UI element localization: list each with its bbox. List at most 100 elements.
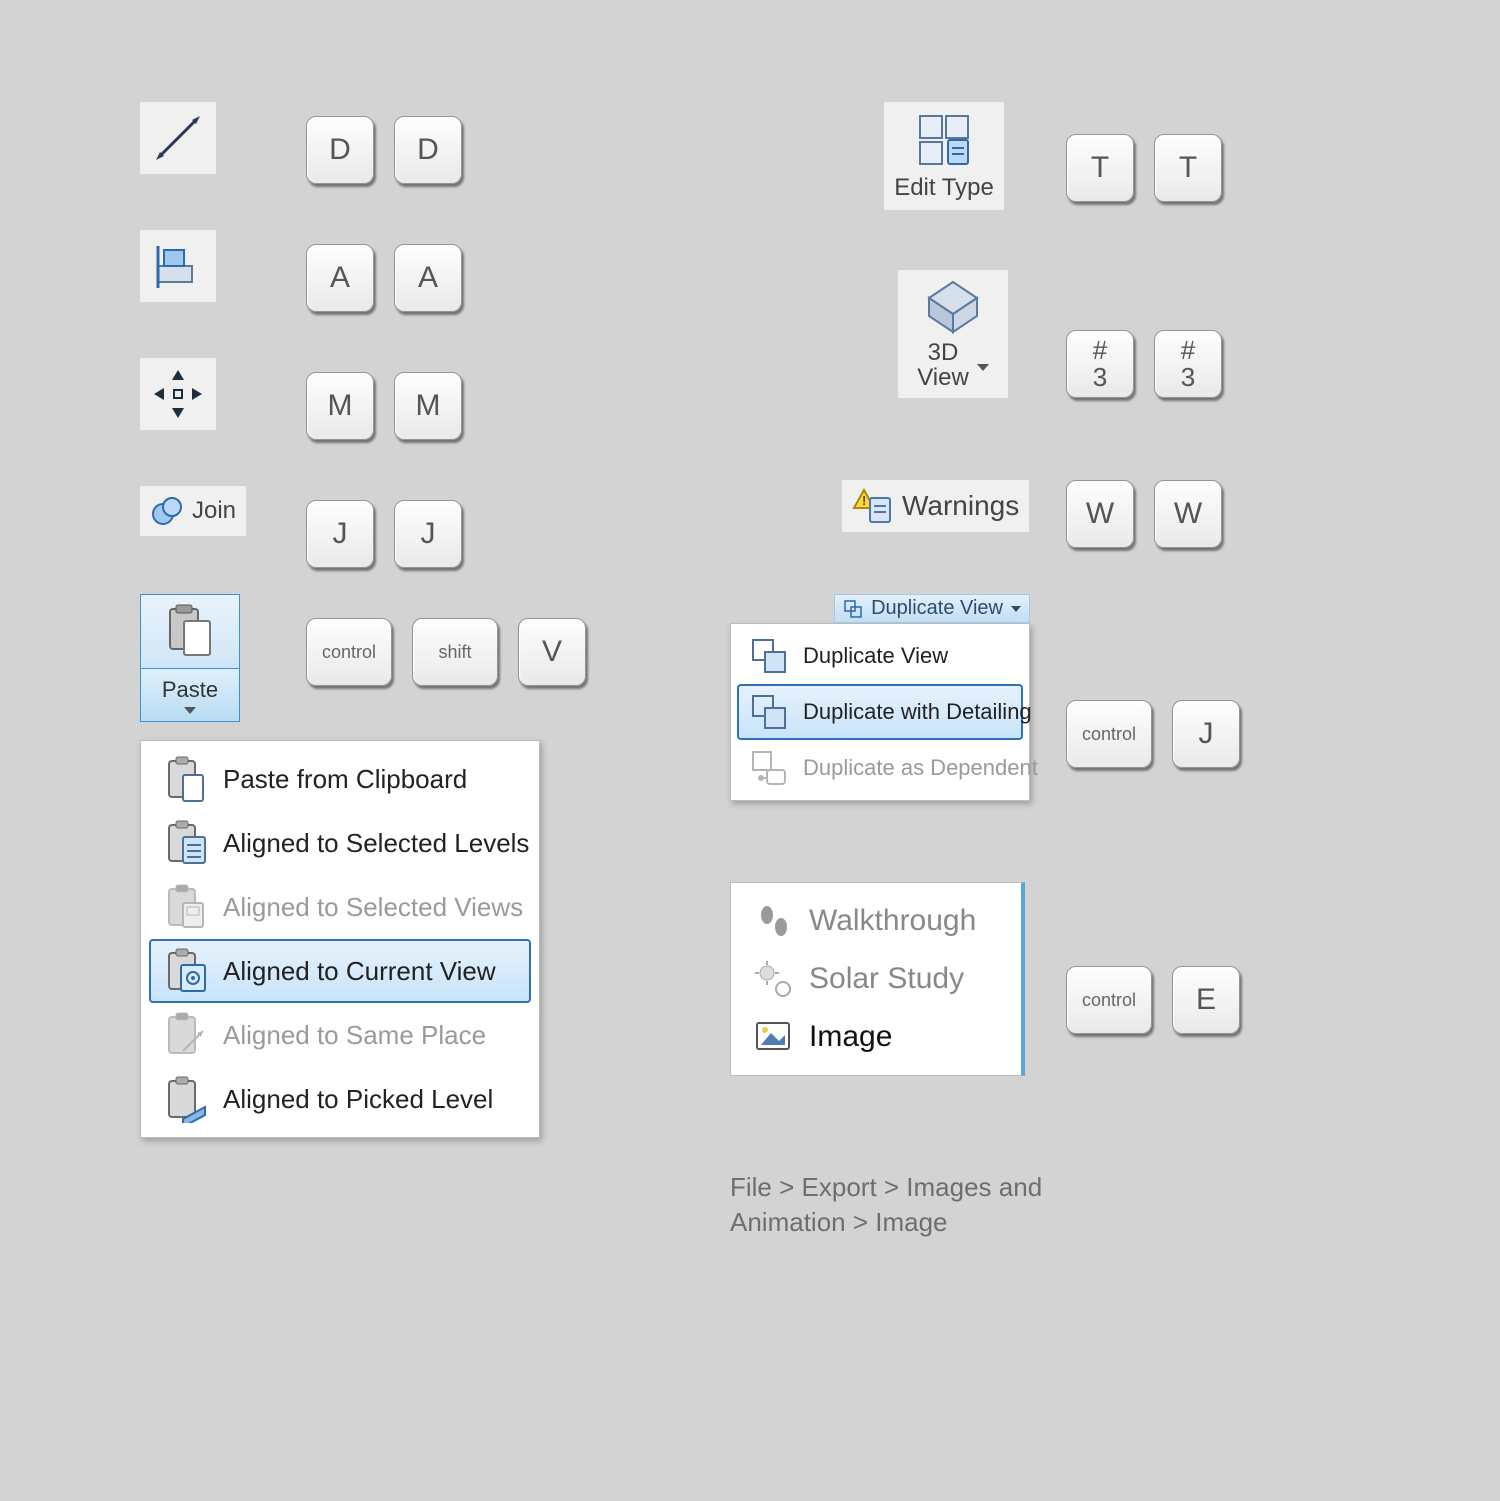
align-shortcut: A A — [306, 244, 462, 312]
join-command[interactable]: Join — [140, 486, 246, 536]
paste-button-label: Paste — [162, 677, 218, 703]
export-list-item-label: Walkthrough — [809, 904, 976, 938]
edit-type-icon — [914, 110, 974, 170]
join-shortcut: J J — [306, 500, 462, 568]
paste-menu-item[interactable]: Paste from Clipboard — [149, 747, 531, 811]
3d-view-shortcut: # 3 # 3 — [1066, 330, 1222, 398]
paste-menu-item-label: Aligned to Same Place — [223, 1020, 486, 1051]
export-image-shortcut: control E — [1066, 966, 1240, 1034]
dimension-command[interactable] — [140, 102, 216, 174]
key-w: W — [1066, 480, 1134, 548]
key-control: control — [1066, 966, 1152, 1034]
paste-menu-item: Aligned to Selected Views — [149, 875, 531, 939]
3d-view-label-2: View — [917, 365, 969, 390]
key-control: control — [306, 618, 392, 686]
duplicate-menu-item: Duplicate as Dependent — [737, 740, 1023, 796]
key-shift: shift — [412, 618, 498, 686]
duplicate-view-shortcut: control J — [1066, 700, 1240, 768]
svg-text:!: ! — [862, 493, 866, 508]
move-command[interactable] — [140, 358, 216, 430]
duplicate-view-icon — [843, 599, 863, 619]
key-d: D — [306, 116, 374, 184]
paste-button-label-area[interactable]: Paste — [141, 669, 239, 721]
3d-view-label-1: 3D — [928, 340, 959, 365]
export-list-item-label: Solar Study — [809, 962, 964, 996]
clipboard-levels-icon — [161, 819, 209, 867]
key-m: M — [394, 372, 462, 440]
key-v: V — [518, 618, 586, 686]
key-w: W — [1154, 480, 1222, 548]
key-m: M — [306, 372, 374, 440]
join-icon — [150, 494, 184, 528]
duplicate-view-icon — [749, 692, 789, 732]
dimension-shortcut: D D — [306, 116, 462, 184]
key-d: D — [394, 116, 462, 184]
warnings-label: Warnings — [902, 490, 1019, 522]
key-a: A — [394, 244, 462, 312]
export-list: Walkthrough Solar Study Image — [730, 882, 1025, 1076]
clipboard-current-icon — [161, 947, 209, 995]
paste-dropdown-menu: Paste from Clipboard Aligned to Selected… — [140, 740, 540, 1138]
duplicate-view-menu: Duplicate View Duplicate with Detailing … — [730, 623, 1030, 801]
paste-menu-item[interactable]: Aligned to Selected Levels — [149, 811, 531, 875]
edit-type-shortcut: T T — [1066, 134, 1222, 202]
key-control: control — [1066, 700, 1152, 768]
paste-split-button[interactable]: Paste — [140, 594, 240, 722]
key-j: J — [306, 500, 374, 568]
paste-menu-item-label: Aligned to Picked Level — [223, 1084, 493, 1115]
dimension-icon — [150, 110, 206, 166]
key-hash-3: # 3 — [1154, 330, 1222, 398]
warnings-shortcut: W W — [1066, 480, 1222, 548]
edit-type-label: Edit Type — [894, 174, 994, 202]
duplicate-view-header[interactable]: Duplicate View — [834, 594, 1030, 623]
duplicate-menu-item[interactable]: Duplicate with Detailing — [737, 684, 1023, 740]
duplicate-view-icon — [749, 636, 789, 676]
paste-menu-item-label: Aligned to Current View — [223, 956, 496, 987]
clipboard-icon — [161, 755, 209, 803]
chevron-down-icon — [1011, 606, 1021, 612]
export-list-item[interactable]: Walkthrough — [753, 901, 999, 941]
paste-menu-item: Aligned to Same Place — [149, 1003, 531, 1067]
key-t: T — [1154, 134, 1222, 202]
join-label: Join — [192, 497, 236, 525]
clipboard-picked-icon — [161, 1075, 209, 1123]
paste-menu-item-label: Aligned to Selected Views — [223, 892, 523, 923]
duplicate-view-header-label: Duplicate View — [871, 597, 1003, 620]
house-3d-icon — [921, 278, 985, 336]
key-e: E — [1172, 966, 1240, 1034]
3d-view-command[interactable]: 3D View — [898, 270, 1008, 398]
key-j: J — [1172, 700, 1240, 768]
move-icon — [150, 366, 206, 422]
paste-icon[interactable] — [141, 595, 239, 669]
paste-menu-item-label: Aligned to Selected Levels — [223, 828, 529, 859]
duplicate-menu-item-label: Duplicate as Dependent — [803, 755, 1038, 781]
export-list-item[interactable]: Image — [753, 1017, 999, 1057]
key-a: A — [306, 244, 374, 312]
duplicate-view-icon — [749, 748, 789, 788]
footsteps-icon — [753, 901, 793, 941]
duplicate-menu-item-label: Duplicate with Detailing — [803, 699, 1032, 725]
warning-icon: ! — [852, 488, 892, 524]
sun-gear-icon — [753, 959, 793, 999]
warnings-command[interactable]: ! Warnings — [842, 480, 1029, 532]
duplicate-menu-item-label: Duplicate View — [803, 643, 948, 669]
paste-menu-item[interactable]: Aligned to Picked Level — [149, 1067, 531, 1131]
picture-icon — [753, 1017, 793, 1057]
chevron-down-icon — [977, 364, 989, 371]
chevron-down-icon — [184, 707, 196, 714]
paste-menu-item-label: Paste from Clipboard — [223, 764, 467, 795]
key-hash-3: # 3 — [1066, 330, 1134, 398]
clipboard-same-icon — [161, 1011, 209, 1059]
export-list-item[interactable]: Solar Study — [753, 959, 999, 999]
align-command[interactable] — [140, 230, 216, 302]
edit-type-command[interactable]: Edit Type — [884, 102, 1004, 210]
clipboard-views-icon — [161, 883, 209, 931]
align-icon — [150, 238, 206, 294]
key-j: J — [394, 500, 462, 568]
export-list-item-label: Image — [809, 1020, 892, 1054]
paste-shortcut: control shift V — [306, 618, 586, 686]
paste-menu-item[interactable]: Aligned to Current View — [149, 939, 531, 1003]
export-breadcrumb: File > Export > Images and Animation > I… — [730, 1170, 1090, 1240]
duplicate-menu-item[interactable]: Duplicate View — [737, 628, 1023, 684]
move-shortcut: M M — [306, 372, 462, 440]
